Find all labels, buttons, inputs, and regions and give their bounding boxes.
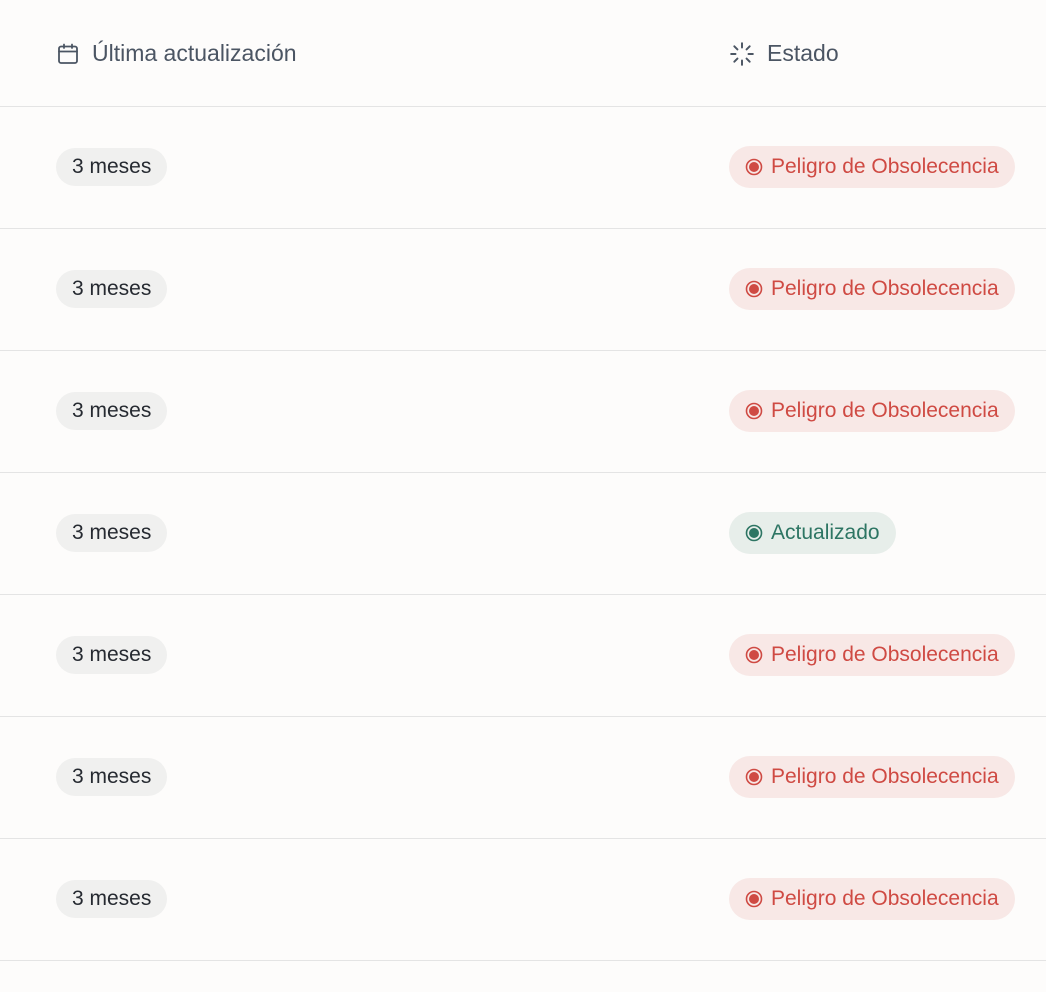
status-badge: Actualizado <box>729 512 896 554</box>
status-label: Peligro de Obsolecencia <box>771 887 999 910</box>
status-label: Peligro de Obsolecencia <box>771 155 999 178</box>
status-cell: Peligro de Obsolecencia <box>729 351 1015 471</box>
table-row[interactable]: 3 meses Peligro de Obsolecencia <box>0 839 1046 961</box>
status-cell: Peligro de Obsolecencia <box>729 717 1015 837</box>
last-update-cell: 3 meses <box>56 229 168 349</box>
status-dot-icon <box>745 402 763 420</box>
table-row[interactable]: 3 meses Peligro de Obsolecencia <box>0 229 1046 351</box>
loader-icon <box>729 41 755 67</box>
last-update-cell: 3 meses <box>56 107 168 227</box>
status-cell: Peligro de Obsolecencia <box>729 107 1015 227</box>
status-badge: Peligro de Obsolecencia <box>729 756 1015 798</box>
status-cell: Actualizado <box>729 473 896 593</box>
last-update-badge: 3 meses <box>56 514 168 552</box>
last-update-badge: 3 meses <box>56 758 168 796</box>
column-header-label: Última actualización <box>92 40 297 66</box>
status-badge: Peligro de Obsolecencia <box>729 634 1015 676</box>
status-label: Peligro de Obsolecencia <box>771 399 999 422</box>
status-cell: Peligro de Obsolecencia <box>729 595 1015 715</box>
table-row[interactable]: 3 meses Peligro de Obsolecencia <box>0 351 1046 473</box>
table-row[interactable]: 3 meses Peligro de Obsolecencia <box>0 595 1046 717</box>
last-update-badge: 3 meses <box>56 270 168 308</box>
last-update-cell: 3 meses <box>56 717 168 837</box>
status-dot-icon <box>745 768 763 786</box>
last-update-cell: 3 meses <box>56 351 168 471</box>
status-badge: Peligro de Obsolecencia <box>729 878 1015 920</box>
status-dot-icon <box>745 646 763 664</box>
status-dot-icon <box>745 280 763 298</box>
last-update-cell: 3 meses <box>56 473 168 593</box>
status-dot-icon <box>745 890 763 908</box>
status-dot-icon <box>745 158 763 176</box>
calendar-icon <box>56 42 80 66</box>
table-row[interactable]: 3 meses Peligro de Obsolecencia <box>0 107 1046 229</box>
last-update-cell: 3 meses <box>56 595 168 715</box>
status-cell: Peligro de Obsolecencia <box>729 839 1015 959</box>
status-badge: Peligro de Obsolecencia <box>729 146 1015 188</box>
column-header-last-update[interactable]: Última actualización <box>56 0 297 107</box>
status-label: Actualizado <box>771 521 880 544</box>
last-update-badge: 3 meses <box>56 148 168 186</box>
table-row[interactable]: 3 meses Peligro de Obsolecencia <box>0 717 1046 839</box>
table-row[interactable]: 3 meses Actualizado <box>0 473 1046 595</box>
status-dot-icon <box>745 524 763 542</box>
column-header-label: Estado <box>767 40 839 66</box>
status-label: Peligro de Obsolecencia <box>771 643 999 666</box>
last-update-badge: 3 meses <box>56 392 168 430</box>
status-label: Peligro de Obsolecencia <box>771 765 999 788</box>
column-header-status[interactable]: Estado <box>729 0 839 107</box>
last-update-badge: 3 meses <box>56 880 168 918</box>
status-label: Peligro de Obsolecencia <box>771 277 999 300</box>
status-badge: Peligro de Obsolecencia <box>729 268 1015 310</box>
table-header: Última actualización Estado <box>0 0 1046 107</box>
data-table: Última actualización Estado 3 meses Peli… <box>0 0 1046 992</box>
status-badge: Peligro de Obsolecencia <box>729 390 1015 432</box>
status-cell: Peligro de Obsolecencia <box>729 229 1015 349</box>
last-update-cell: 3 meses <box>56 839 168 959</box>
last-update-badge: 3 meses <box>56 636 168 674</box>
